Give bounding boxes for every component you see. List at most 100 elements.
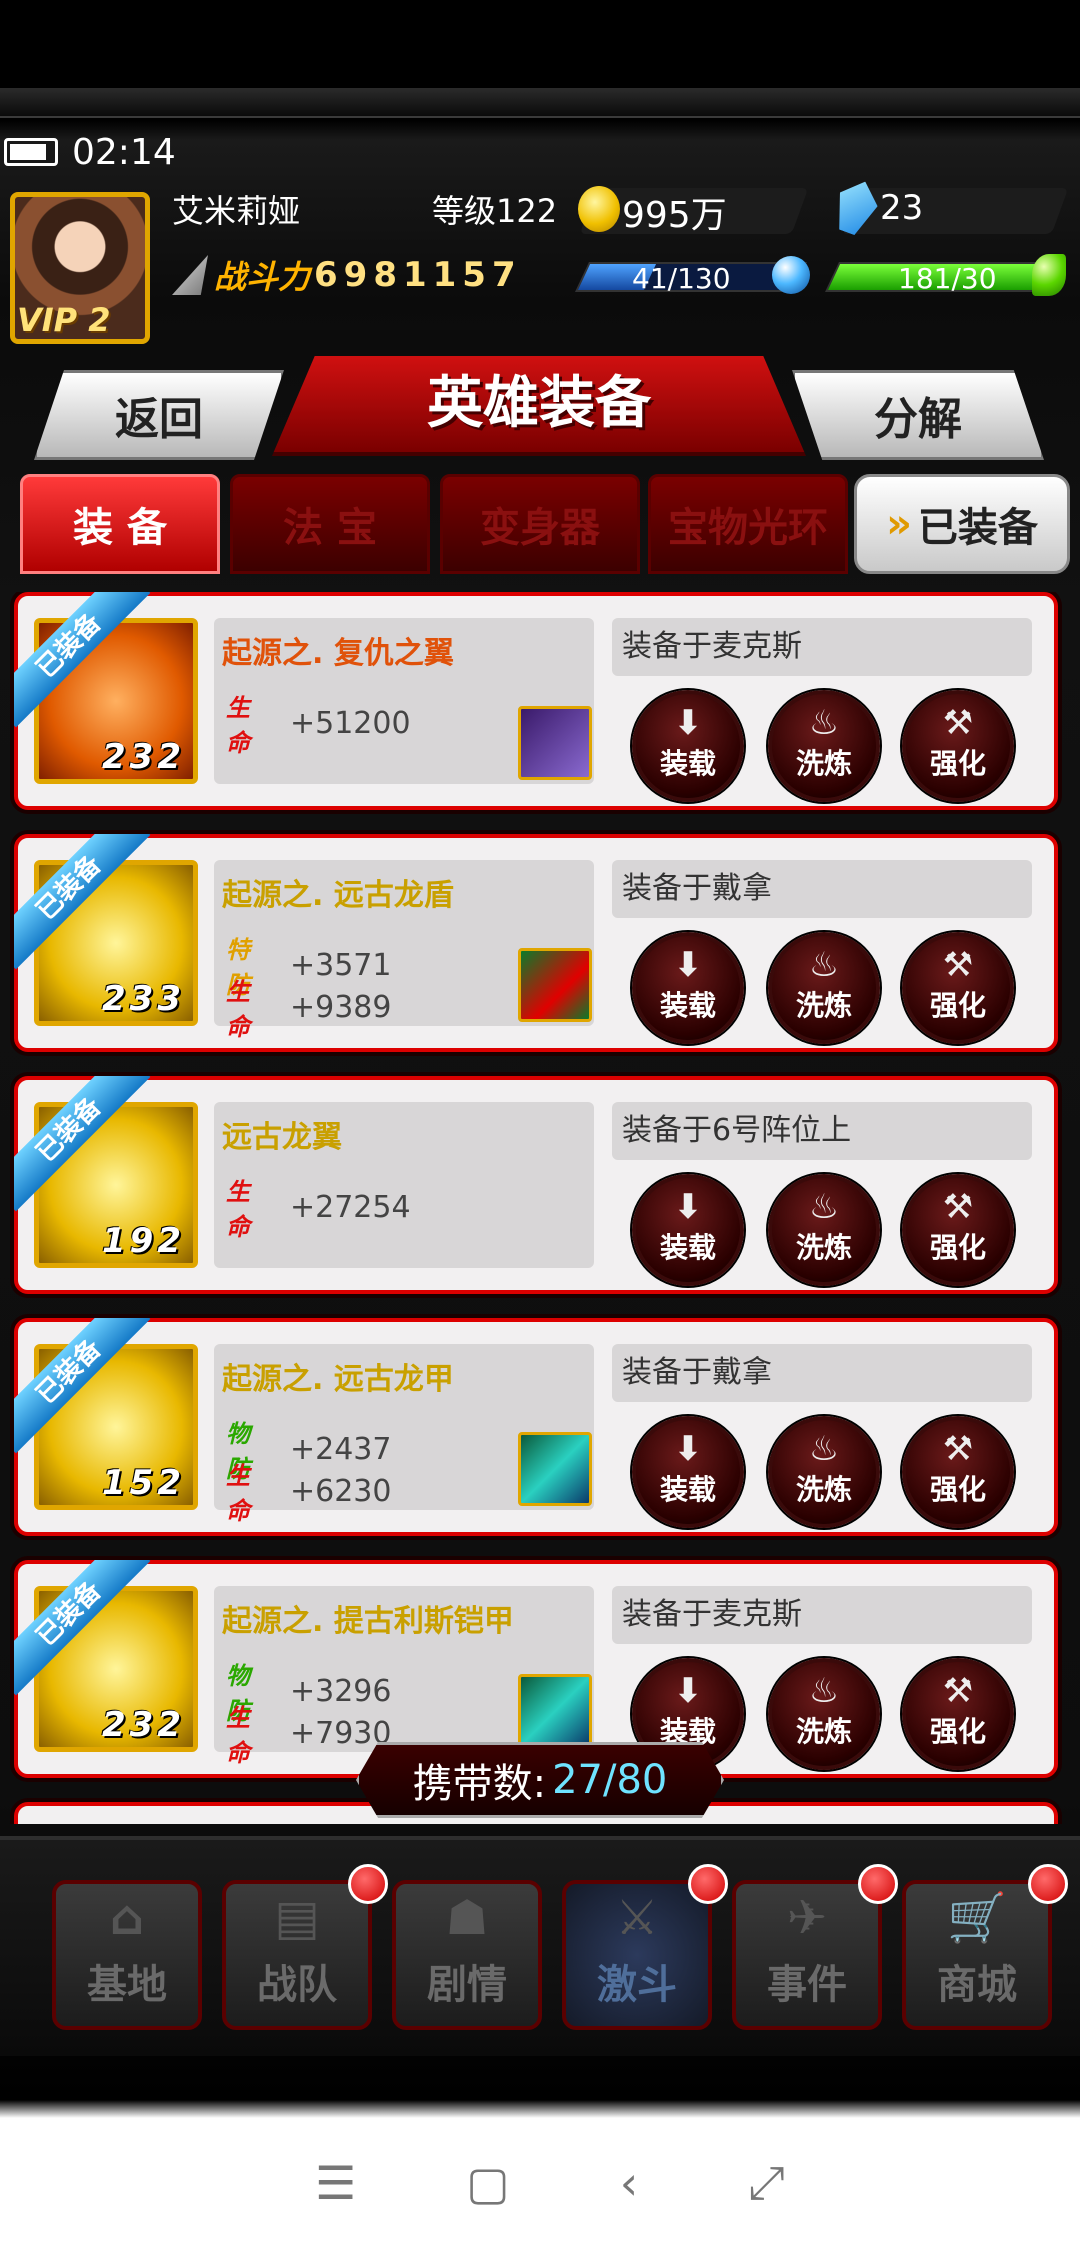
decompose-button[interactable]: 分解 <box>792 370 1044 460</box>
load-label: 装载 <box>659 747 716 780</box>
hammer-icon: ⚒ <box>942 1671 974 1711</box>
tab-equipped[interactable]: » 已装备 <box>854 474 1070 574</box>
load-label: 装载 <box>659 989 716 1022</box>
top-chrome <box>0 88 1080 118</box>
energy-orb-icon[interactable] <box>772 256 810 294</box>
gem-slot-icon[interactable] <box>518 1674 592 1748</box>
equipped-badge: 已装备 <box>14 1318 151 1454</box>
notification-dot <box>688 1864 728 1904</box>
equipment-card[interactable]: 233 已装备 起源之. 远古龙盾 特防 +3571 生命 +9389 装备于戴… <box>14 834 1058 1052</box>
tab-equipped-label: 已装备 <box>917 505 1038 551</box>
flame-icon: ♨ <box>808 1429 840 1469</box>
item-info: 起源之. 提古利斯铠甲 物防 +3296 生命 +7930 <box>214 1586 594 1767</box>
nav-team[interactable]: ▤ 战队 <box>222 1880 372 2030</box>
strengthen-button[interactable]: ⚒ 强化 <box>902 1174 1014 1286</box>
nav-story[interactable]: ☗ 剧情 <box>392 1880 542 2030</box>
nav-label: 商城 <box>937 1962 1017 2008</box>
strengthen-label: 强化 <box>929 747 986 780</box>
stat-row: 生命 +9389 <box>226 972 391 1042</box>
stat-value: +27254 <box>290 1189 411 1225</box>
story-icon: ☗ <box>445 1890 489 1946</box>
refine-label: 洗炼 <box>795 747 852 780</box>
item-info: 起源之. 远古龙盾 特防 +3571 生命 +9389 <box>214 860 594 1041</box>
item-level: 232 <box>102 737 185 777</box>
back-button[interactable]: 返回 <box>34 370 284 460</box>
item-name: 起源之. 复仇之翼 <box>222 636 454 671</box>
download-icon: ⬇ <box>673 703 703 743</box>
flame-icon: ♨ <box>808 945 840 985</box>
download-icon: ⬇ <box>673 1187 703 1227</box>
nav-battle[interactable]: ⚔ 激斗 <box>562 1880 712 2030</box>
home-icon[interactable]: ▢ <box>466 2156 509 2210</box>
item-info: 起源之. 远古龙甲 物防 +2437 生命 +6230 <box>214 1344 594 1525</box>
tab-treasure[interactable]: 法 宝 <box>230 474 430 574</box>
load-button[interactable]: ⬇ 装载 <box>632 1174 744 1286</box>
equipment-card[interactable]: 192 已装备 远古龙翼 生命 +27254 装备于6号阵位上 ⬇ 装载 ♨ 洗炼 … <box>14 1076 1058 1294</box>
carry-value: 27/80 <box>552 1757 668 1803</box>
refine-button[interactable]: ♨ 洗炼 <box>768 1416 880 1528</box>
clock: 02:14 <box>72 131 176 173</box>
load-button[interactable]: ⬇ 装载 <box>632 690 744 802</box>
item-name: 远古龙翼 <box>222 1120 342 1155</box>
stat-key: 生命 <box>226 694 250 757</box>
menu-icon[interactable]: ☰ <box>315 2156 356 2210</box>
item-level: 232 <box>102 1705 185 1745</box>
refine-label: 洗炼 <box>795 1715 852 1748</box>
tab-equipment[interactable]: 装 备 <box>20 474 220 574</box>
item-info: 远古龙翼 生命 +27254 <box>214 1102 594 1268</box>
strengthen-button[interactable]: ⚒ 强化 <box>902 690 1014 802</box>
equipped-ribbon: 已装备 <box>14 1560 154 1700</box>
stat-row: 生命 +6230 <box>226 1456 391 1526</box>
player-avatar[interactable]: VIP 2 <box>10 192 150 344</box>
gem-slot-icon[interactable] <box>518 948 592 1022</box>
rotate-icon[interactable]: ⤢ <box>748 2155 785 2211</box>
back-arrow-icon[interactable]: ‹ <box>620 2156 638 2210</box>
refine-label: 洗炼 <box>795 1473 852 1506</box>
energy-text: 41/130 <box>632 262 731 295</box>
stat-key: 生命 <box>226 1704 250 1767</box>
strengthen-button[interactable]: ⚒ 强化 <box>902 1658 1014 1770</box>
flame-icon: ♨ <box>808 1187 840 1227</box>
tab-treasure-aura[interactable]: 宝物光环 <box>648 474 848 574</box>
chevron-down-icon: » <box>886 501 912 547</box>
flame-icon: ♨ <box>808 703 840 743</box>
hammer-icon: ⚒ <box>942 703 974 743</box>
equipment-list[interactable]: 232 已装备 起源之. 复仇之翼 生命 +51200 装备于麦克斯 ⬇ 装载 ♨… <box>0 592 1080 1824</box>
gem-slot-icon[interactable] <box>518 1432 592 1506</box>
stamina-text: 181/30 <box>898 262 997 295</box>
gold-amount: 995万 <box>622 195 727 236</box>
nav-base[interactable]: ⌂ 基地 <box>52 1880 202 2030</box>
equipment-card[interactable]: 152 已装备 起源之. 远古龙甲 物防 +2437 生命 +6230 装备于戴… <box>14 1318 1058 1536</box>
equipped-on: 装备于戴拿 <box>612 1344 1032 1402</box>
refine-button[interactable]: ♨ 洗炼 <box>768 932 880 1044</box>
gem-amount: 23 <box>880 188 924 228</box>
gem-slot-icon[interactable] <box>518 706 592 780</box>
team-icon: ▤ <box>274 1890 320 1946</box>
nav-cart[interactable]: 🛒 商城 <box>902 1880 1052 2030</box>
power-value: 6981157 <box>314 255 522 295</box>
event-icon: ✈ <box>786 1890 828 1946</box>
nav-label: 剧情 <box>427 1962 507 2008</box>
power-label: 战斗力 <box>214 258 311 296</box>
refine-button[interactable]: ♨ 洗炼 <box>768 1658 880 1770</box>
item-level: 152 <box>102 1463 185 1503</box>
stamina-leaf-icon[interactable] <box>1032 254 1066 296</box>
load-button[interactable]: ⬇ 装载 <box>632 1416 744 1528</box>
tab-transformer[interactable]: 变身器 <box>440 474 640 574</box>
stat-value: +9389 <box>290 989 392 1025</box>
stat-key: 生命 <box>226 1462 250 1525</box>
hammer-icon: ⚒ <box>942 1187 974 1227</box>
refine-button[interactable]: ♨ 洗炼 <box>768 690 880 802</box>
equipped-ribbon: 已装备 <box>14 1318 154 1458</box>
equipment-card[interactable]: 232 已装备 起源之. 复仇之翼 生命 +51200 装备于麦克斯 ⬇ 装载 ♨… <box>14 592 1058 810</box>
refine-button[interactable]: ♨ 洗炼 <box>768 1174 880 1286</box>
nav-event[interactable]: ✈ 事件 <box>732 1880 882 2030</box>
strengthen-button[interactable]: ⚒ 强化 <box>902 1416 1014 1528</box>
item-info: 起源之. 复仇之翼 生命 +51200 <box>214 618 594 784</box>
item-name: 起源之. 远古龙盾 <box>222 878 454 913</box>
strengthen-button[interactable]: ⚒ 强化 <box>902 932 1014 1044</box>
load-label: 装载 <box>659 1231 716 1264</box>
stat-key: 生命 <box>226 1178 250 1241</box>
cart-icon: 🛒 <box>947 1890 1007 1946</box>
load-button[interactable]: ⬇ 装载 <box>632 932 744 1044</box>
